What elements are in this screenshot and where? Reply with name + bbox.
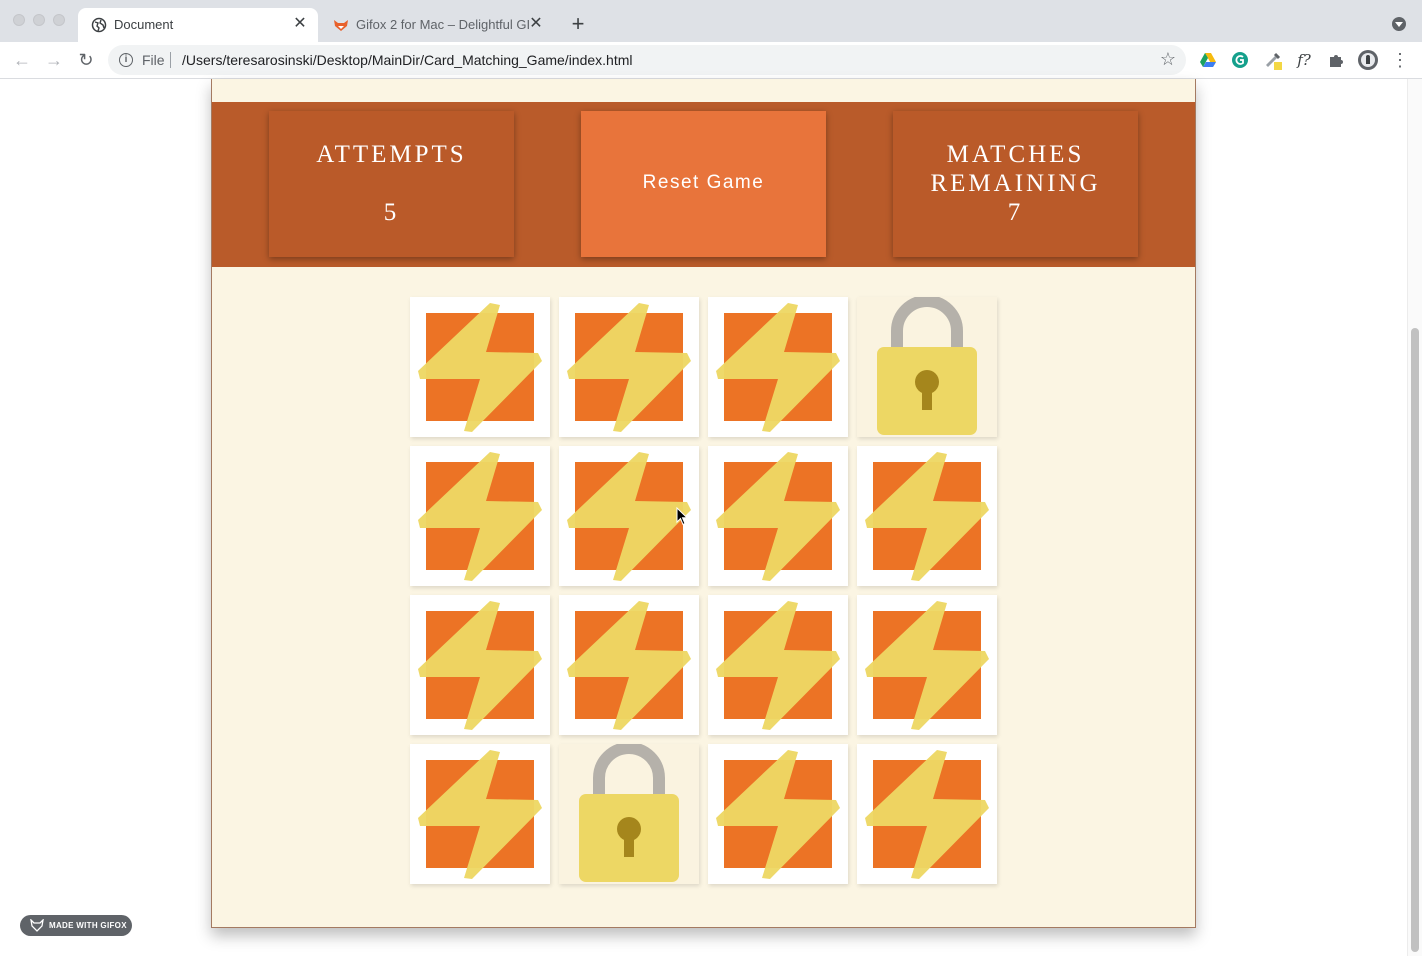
divider: [170, 52, 171, 68]
matches-remaining-panel: MATCHES REMAINING 7: [893, 111, 1138, 257]
face-down-card[interactable]: [559, 297, 699, 437]
tab-document[interactable]: Document ✕: [78, 8, 318, 42]
score-bar: ATTEMPTS 5 Reset Game MATCHES REMAINING …: [212, 102, 1195, 267]
face-down-card[interactable]: [410, 744, 550, 884]
lightning-icon: [716, 452, 840, 581]
address-bar[interactable]: i File /Users/teresarosinski/Desktop/Mai…: [108, 45, 1186, 75]
reload-button[interactable]: ↻: [76, 50, 96, 70]
back-button[interactable]: ←: [12, 50, 32, 70]
reset-game-label: Reset Game: [642, 172, 765, 193]
google-drive-icon[interactable]: [1198, 50, 1218, 70]
fox-icon: [334, 20, 348, 31]
globe-icon: [91, 17, 107, 33]
face-down-card[interactable]: [708, 297, 848, 437]
new-tab-button[interactable]: +: [566, 12, 590, 36]
lightning-icon: [418, 303, 542, 432]
card-grid: [410, 297, 1000, 887]
gifox-logo-icon: [30, 919, 44, 932]
face-down-card[interactable]: [857, 595, 997, 735]
matches-remaining-value: 7: [1007, 199, 1024, 226]
lock-icon: [877, 297, 977, 435]
tab-close-button[interactable]: ✕: [528, 16, 544, 32]
matched-card[interactable]: [857, 297, 997, 437]
bookmark-star-icon[interactable]: ☆: [1160, 49, 1176, 70]
puzzle-extensions-icon[interactable]: [1326, 50, 1346, 70]
matches-label: MATCHES: [946, 141, 1085, 168]
lightning-icon: [716, 601, 840, 730]
made-with-gifox-badge[interactable]: MADE WITH GIFOX: [20, 915, 132, 936]
face-down-card[interactable]: [857, 744, 997, 884]
face-down-card[interactable]: [708, 446, 848, 586]
more-vert-icon[interactable]: ⋮: [1390, 50, 1410, 70]
tab-close-button[interactable]: ✕: [292, 16, 308, 32]
forward-button[interactable]: →: [44, 50, 64, 70]
face-down-card[interactable]: [857, 446, 997, 586]
tab-title: Gifox 2 for Mac – Delightful GIF Recordi…: [356, 17, 530, 32]
tab-strip: Document ✕ Gifox 2 for Mac – Delightful …: [0, 0, 1422, 42]
attempts-panel: ATTEMPTS 5: [269, 111, 514, 257]
lightning-icon: [716, 303, 840, 432]
lightning-icon: [865, 750, 989, 879]
url-text[interactable]: /Users/teresarosinski/Desktop/MainDir/Ca…: [182, 52, 633, 68]
tab-title: Document: [114, 17, 174, 32]
scheme-label: File: [142, 52, 165, 68]
color-picker-icon[interactable]: [1263, 50, 1283, 70]
lightning-icon: [567, 303, 691, 432]
lightning-icon: [865, 601, 989, 730]
remaining-label: REMAINING: [930, 170, 1101, 197]
grammarly-icon[interactable]: [1230, 50, 1250, 70]
profile-avatar-icon[interactable]: [1357, 49, 1379, 71]
lightning-icon: [418, 601, 542, 730]
face-down-card[interactable]: [708, 595, 848, 735]
attempts-label: ATTEMPTS: [316, 141, 467, 168]
face-down-card[interactable]: [410, 595, 550, 735]
tab-gifox[interactable]: Gifox 2 for Mac – Delightful GIF Recordi…: [320, 8, 554, 42]
face-down-card[interactable]: [708, 744, 848, 884]
matched-card[interactable]: [559, 744, 699, 884]
game-container: ATTEMPTS 5 Reset Game MATCHES REMAINING …: [211, 79, 1196, 928]
lightning-icon: [865, 452, 989, 581]
lightning-icon: [418, 750, 542, 879]
window-minimize-button[interactable]: [33, 14, 45, 26]
tab-search-icon[interactable]: [1392, 17, 1406, 31]
scrollbar-thumb[interactable]: [1411, 328, 1419, 952]
face-down-card[interactable]: [410, 297, 550, 437]
lock-icon: [579, 744, 679, 882]
window-zoom-button[interactable]: [53, 14, 65, 26]
badge-text: MADE WITH GIFOX: [49, 921, 127, 930]
window-close-button[interactable]: [13, 14, 25, 26]
info-icon[interactable]: i: [119, 53, 133, 67]
reset-game-button[interactable]: Reset Game: [581, 111, 826, 257]
mouse-cursor-icon: [676, 507, 689, 526]
lightning-icon: [567, 601, 691, 730]
face-down-card[interactable]: [559, 595, 699, 735]
face-down-card[interactable]: [410, 446, 550, 586]
lightning-icon: [716, 750, 840, 879]
attempts-value: 5: [383, 199, 400, 226]
formula-icon[interactable]: f?: [1294, 50, 1314, 70]
lightning-icon: [418, 452, 542, 581]
